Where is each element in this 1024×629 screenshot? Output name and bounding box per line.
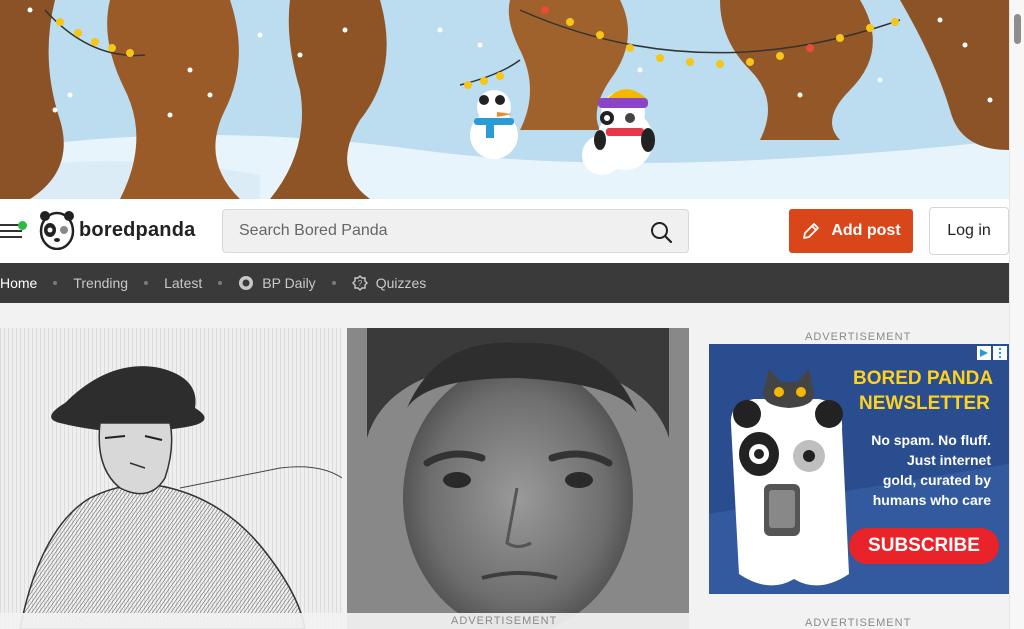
nav-quizzes[interactable]: ? Quizzes [351, 275, 427, 291]
ad-label: ADVERTISEMENT [451, 615, 558, 627]
menu-button[interactable] [0, 219, 28, 241]
search-box [222, 209, 689, 253]
nav-bp-daily-label: BP Daily [262, 275, 316, 291]
category-nav: Home Trending Latest BP Daily ? Quizzes [0, 263, 1009, 303]
quiz-badge-icon: ? [351, 275, 368, 291]
ad-body-line: No spam. No fluff. [871, 432, 991, 448]
ad-title-line: NEWSLETTER [859, 393, 990, 414]
ad-title: BORED PANDA NEWSLETTER [853, 366, 993, 416]
holiday-banner [0, 0, 1009, 199]
nav-latest-label: Latest [164, 275, 203, 291]
nav-latest[interactable]: Latest [164, 275, 202, 291]
ad-body: No spam. No fluff. Just internet gold, c… [855, 430, 991, 510]
page-scrollbar[interactable] [1009, 0, 1024, 629]
menu-line [0, 236, 22, 238]
svg-text:?: ? [357, 279, 362, 288]
notification-dot [18, 221, 27, 230]
post-thumbnail[interactable] [347, 328, 689, 629]
add-post-label: Add post [831, 222, 901, 239]
bottom-ad-strip: ADVERTISEMENT ADVERTISEMENT [0, 613, 1009, 629]
nav-separator [53, 281, 58, 285]
pencil-icon [803, 223, 820, 239]
ad-title-line: BORED PANDA [853, 368, 994, 389]
ad-body-line: humans who care [872, 492, 991, 508]
nav-separator [331, 281, 336, 285]
nav-bp-daily[interactable]: BP Daily [238, 275, 316, 291]
brand-name: boredpanda [79, 218, 196, 241]
page: boredpanda Add post Log in Home Trending [0, 0, 1024, 629]
site-header: boredpanda Add post Log in [0, 199, 1009, 263]
nav-separator [144, 281, 149, 285]
post-thumbnail[interactable] [0, 328, 342, 629]
nav-home[interactable]: Home [0, 275, 37, 291]
ad-body-line: Just internet [906, 452, 991, 468]
nav-separator [218, 281, 223, 285]
nav-trending-label: Trending [73, 275, 129, 291]
nav-home-label: Home [0, 275, 38, 291]
login-button[interactable]: Log in [929, 207, 1009, 255]
panda-logo-icon [39, 211, 75, 250]
clock-badge-icon [239, 276, 254, 290]
search-input[interactable] [239, 210, 639, 252]
ad-label: ADVERTISEMENT [805, 331, 912, 343]
ad-body-line: gold, curated by [882, 472, 991, 488]
nav-quizzes-label: Quizzes [375, 275, 427, 291]
subscribe-button[interactable]: SUBSCRIBE [849, 528, 999, 564]
newsletter-ad[interactable]: BORED PANDA NEWSLETTER No spam. No fluff… [709, 344, 1009, 594]
menu-line [0, 230, 22, 232]
scrollbar-thumb[interactable] [1014, 14, 1021, 44]
site-logo[interactable]: boredpanda [39, 210, 195, 250]
nav-trending[interactable]: Trending [73, 275, 128, 291]
ad-label: ADVERTISEMENT [805, 617, 912, 629]
search-icon[interactable] [650, 221, 672, 243]
add-post-button[interactable]: Add post [789, 209, 913, 253]
